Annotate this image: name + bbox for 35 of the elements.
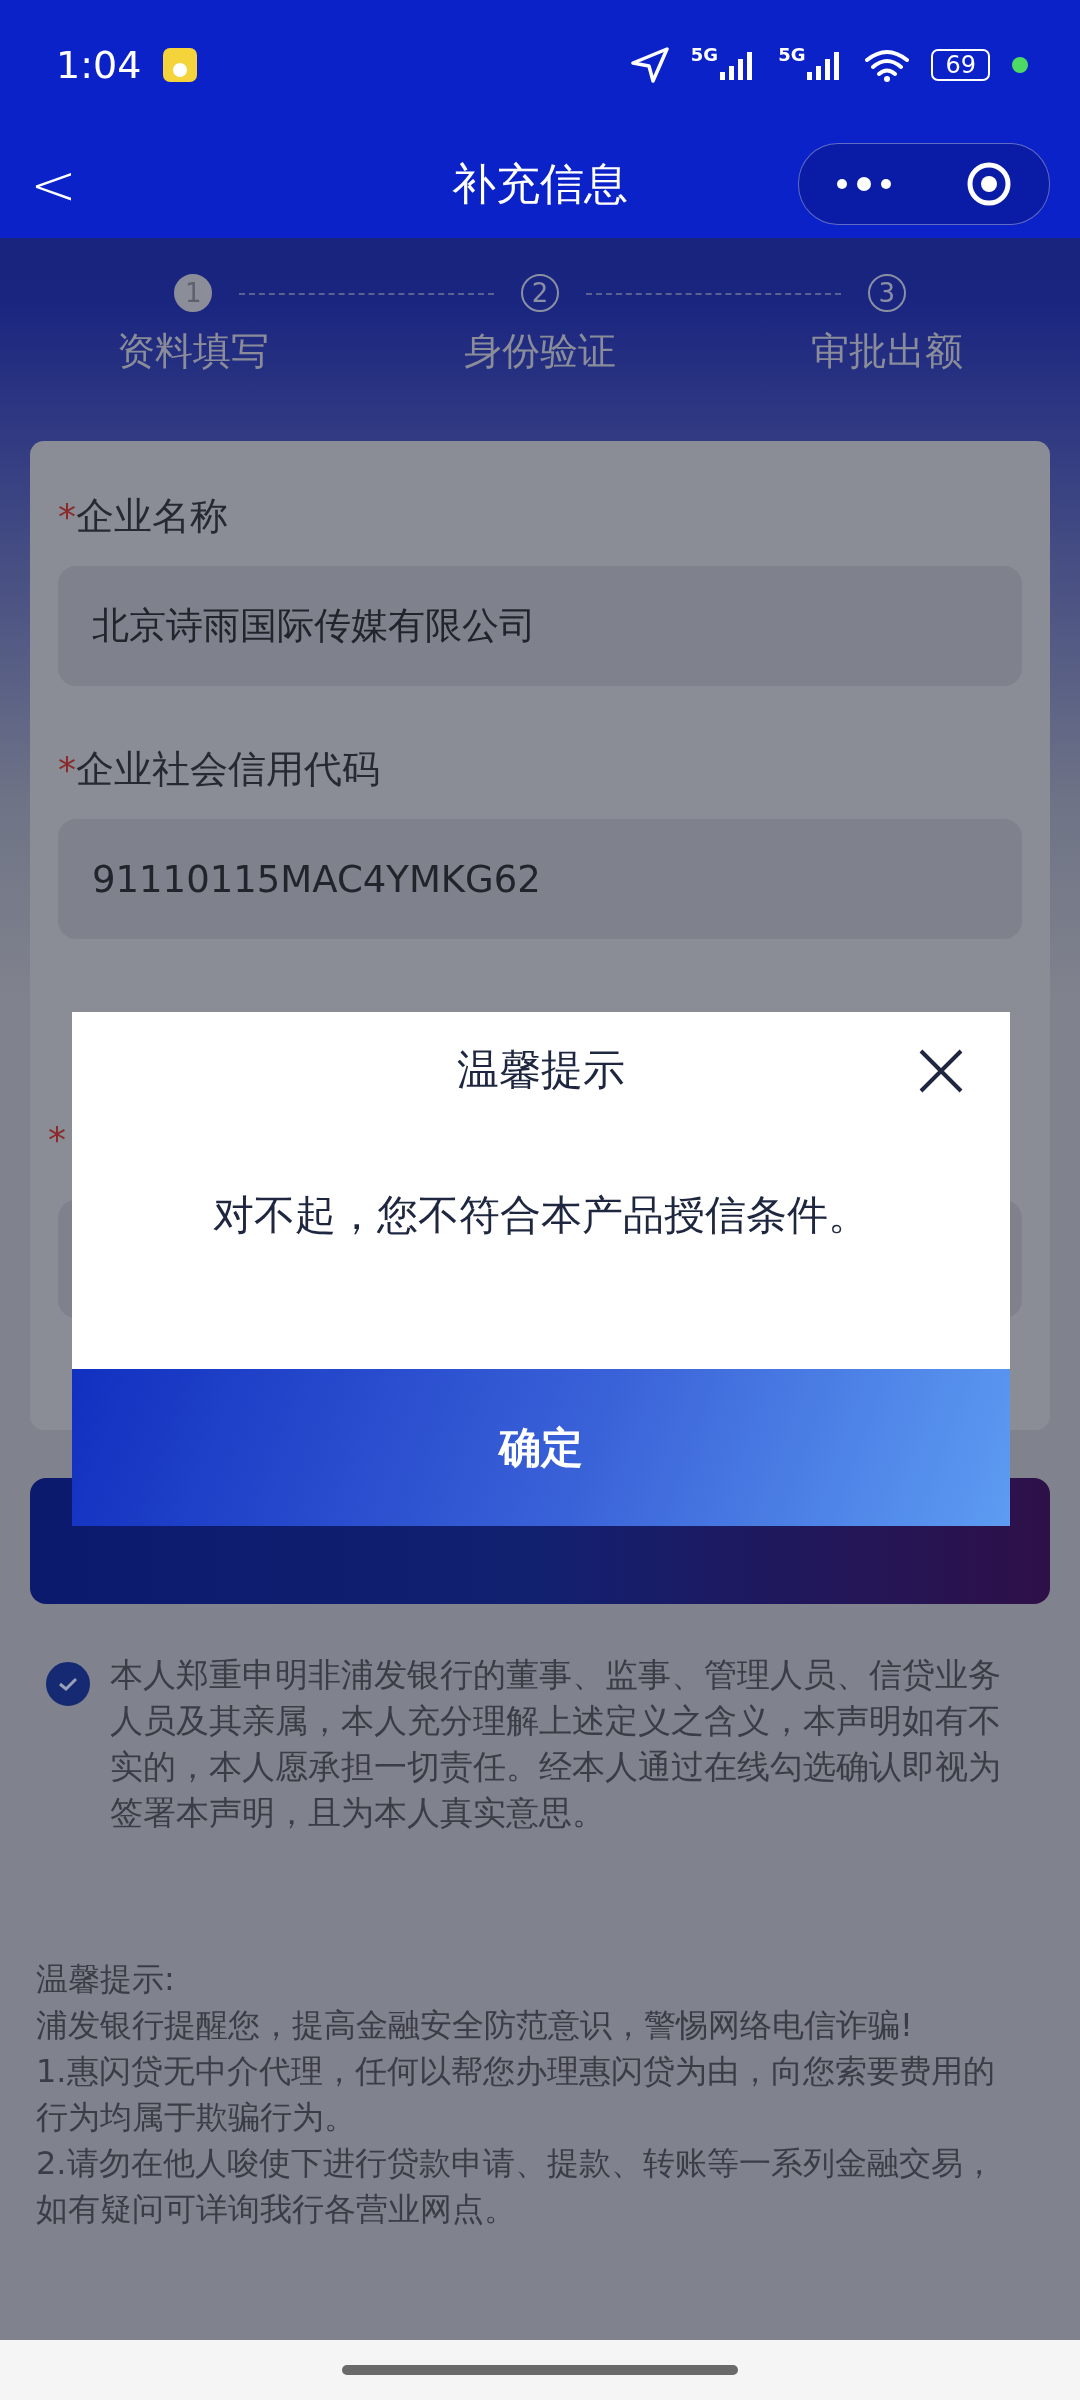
step-number: 2 [521, 274, 559, 312]
required-mark: * [58, 496, 76, 537]
status-dot-icon [1012, 57, 1028, 73]
step-number: 3 [867, 274, 906, 312]
input-field[interactable]: 91110115MAC4YMKG62 [58, 819, 1022, 939]
network-label: 5G [778, 44, 806, 65]
dialog-message: 对不起，您不符合本产品授信条件。 [213, 1190, 869, 1241]
check-icon [58, 1676, 78, 1692]
field-label: 企业名称 [76, 494, 228, 538]
declaration-text: 本人郑重申明非浦发银行的董事、监事、管理人员、信贷业务人员及其亲属，本人充分理解上述定义之含义，本声明如有不实的，本人愿承担一切责任。经本人通过在线勾选确认即视为签署本声明，且为本人真实意思。 [110, 1654, 1002, 1834]
network-label: 5G [690, 44, 719, 65]
tips-text: 浦发银行提醒您，提高金融安全防范意识，警惕网络电信诈骗! [36, 2005, 914, 2046]
close-icon[interactable] [918, 1048, 964, 1094]
required-mark: * [58, 749, 76, 790]
field-label: 企业社会信用代码 [76, 747, 380, 791]
step-label: 资料填写 [117, 328, 270, 375]
page-title: 补充信息 [452, 156, 628, 211]
required-mark: * [48, 1119, 66, 1160]
location-icon [630, 47, 669, 83]
input-field[interactable]: 北京诗雨国际传媒有限公司 [58, 566, 1022, 686]
back-button[interactable]: < [30, 151, 90, 217]
status-time: 1:04 [56, 43, 142, 87]
step-label: 审批出额 [810, 328, 963, 375]
step-label: 身份验证 [464, 328, 616, 375]
battery-indicator: 69 [931, 49, 990, 81]
tips-title: 温馨提示: [36, 1959, 176, 2000]
close-target-icon[interactable] [966, 161, 1012, 207]
tips-text: 1.惠闪贷无中介代理，任何以帮您办理惠闪贷为由，向您索要费用的行为均属于欺骗行为。 [36, 2051, 996, 2138]
app-icon [163, 48, 198, 82]
dialog-title: 温馨提示 [457, 1044, 625, 1096]
checkbox[interactable] [46, 1662, 90, 1706]
confirm-button[interactable]: 确定 [72, 1369, 1010, 1526]
tips-text: 2.请勿在他人唆使下进行贷款申请、提款、转账等一系列金融交易，如有疑问可详询我行各营业网点。 [36, 2143, 996, 2230]
wifi-icon [865, 48, 910, 82]
more-icon[interactable] [836, 176, 892, 192]
